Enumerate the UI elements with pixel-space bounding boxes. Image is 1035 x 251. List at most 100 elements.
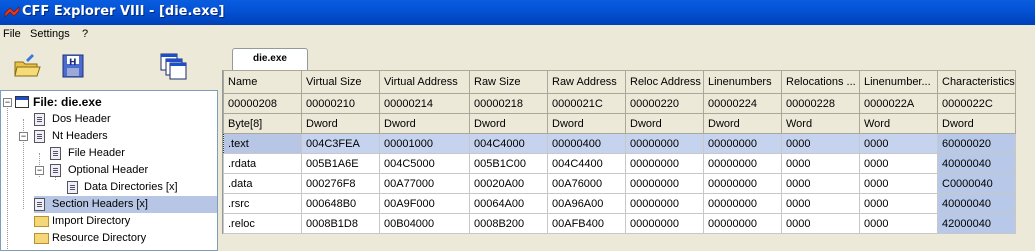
table-cell[interactable]: 005B1A6E bbox=[301, 153, 380, 174]
table-cell[interactable]: 004C5000 bbox=[379, 153, 470, 174]
table-cell[interactable]: 00000000 bbox=[625, 193, 704, 214]
table-cell[interactable]: 0000 bbox=[859, 153, 938, 174]
collapse-icon[interactable]: − bbox=[35, 166, 44, 175]
section-name-cell[interactable]: .rdata bbox=[223, 153, 302, 174]
table-row[interactable]: .reloc 0008B1D8 00B04000 0008B200 00AFB4… bbox=[223, 213, 1016, 234]
table-cell[interactable]: 00001000 bbox=[379, 133, 470, 154]
characteristics-cell[interactable]: 60000020 bbox=[937, 133, 1016, 154]
menu-settings[interactable]: Settings bbox=[30, 28, 70, 40]
svg-text:H: H bbox=[69, 58, 77, 68]
document-icon bbox=[50, 147, 61, 160]
tree-item-label: Resource Directory bbox=[52, 232, 147, 244]
table-cell[interactable]: 00A96A00 bbox=[547, 193, 626, 214]
table-cell[interactable]: 004C4400 bbox=[547, 153, 626, 174]
column-header[interactable]: Virtual Address bbox=[379, 70, 470, 94]
table-cell[interactable]: 0000 bbox=[859, 193, 938, 214]
table-cell[interactable]: 00064A00 bbox=[469, 193, 548, 214]
table-cell[interactable]: 00B04000 bbox=[379, 213, 470, 234]
tab-die-exe[interactable]: die.exe bbox=[232, 48, 308, 70]
column-header[interactable]: Raw Address bbox=[547, 70, 626, 94]
column-header[interactable]: Raw Size bbox=[469, 70, 548, 94]
characteristics-cell[interactable]: 40000040 bbox=[937, 193, 1016, 214]
structure-tree[interactable]: − File: die.exe Dos Header − Nt Headers … bbox=[0, 90, 218, 251]
collapse-icon[interactable]: − bbox=[3, 98, 12, 107]
table-cell[interactable]: 00000000 bbox=[703, 133, 782, 154]
characteristics-cell[interactable]: C0000040 bbox=[937, 173, 1016, 194]
table-cell[interactable]: 0008B1D8 bbox=[301, 213, 380, 234]
table-cell[interactable]: 000276F8 bbox=[301, 173, 380, 194]
section-name-cell[interactable]: .text bbox=[223, 133, 302, 154]
type-cell: Dword bbox=[937, 113, 1016, 134]
section-name-cell[interactable]: .reloc bbox=[223, 213, 302, 234]
table-cell[interactable]: 004C3FEA bbox=[301, 133, 380, 154]
table-row[interactable]: .data 000276F8 00A77000 00020A00 00A7600… bbox=[223, 173, 1016, 194]
table-cell[interactable]: 0000 bbox=[781, 193, 860, 214]
column-header[interactable]: Linenumber... bbox=[859, 70, 938, 94]
document-icon bbox=[34, 198, 45, 211]
section-name-cell[interactable]: .rsrc bbox=[223, 193, 302, 214]
table-cell[interactable]: 00A77000 bbox=[379, 173, 470, 194]
offset-cell: 0000021C bbox=[547, 93, 626, 114]
table-cell[interactable]: 004C4000 bbox=[469, 133, 548, 154]
column-header[interactable]: Virtual Size bbox=[301, 70, 380, 94]
document-icon bbox=[67, 181, 78, 194]
tree-item-section-headers[interactable]: Section Headers [x] bbox=[34, 196, 217, 213]
table-cell[interactable]: 00000400 bbox=[547, 133, 626, 154]
column-header[interactable]: Characteristics bbox=[937, 70, 1016, 94]
save-disk-icon[interactable]: H bbox=[58, 51, 88, 81]
column-header[interactable]: Reloc Address bbox=[625, 70, 704, 94]
table-cell[interactable]: 00A76000 bbox=[547, 173, 626, 194]
table-cell[interactable]: 0000 bbox=[781, 153, 860, 174]
table-row[interactable]: .rsrc 000648B0 00A9F000 00064A00 00A96A0… bbox=[223, 193, 1016, 214]
tab-strip: die.exe bbox=[222, 48, 1035, 70]
table-cell[interactable]: 000648B0 bbox=[301, 193, 380, 214]
table-cell[interactable]: 0000 bbox=[859, 173, 938, 194]
menu-file[interactable]: File bbox=[3, 28, 21, 40]
table-row[interactable]: .rdata 005B1A6E 004C5000 005B1C00 004C44… bbox=[223, 153, 1016, 174]
table-cell[interactable]: 00AFB400 bbox=[547, 213, 626, 234]
table-cell[interactable]: 00000000 bbox=[703, 153, 782, 174]
offset-cell: 00000210 bbox=[301, 93, 380, 114]
offset-cell: 00000224 bbox=[703, 93, 782, 114]
windows-icon[interactable] bbox=[158, 51, 188, 81]
table-cell[interactable]: 00000000 bbox=[625, 173, 704, 194]
table-cell[interactable]: 00A9F000 bbox=[379, 193, 470, 214]
offset-cell: 0000022C bbox=[937, 93, 1016, 114]
document-icon bbox=[34, 130, 45, 143]
table-cell[interactable]: 00000000 bbox=[625, 133, 704, 154]
table-cell[interactable]: 00000000 bbox=[703, 173, 782, 194]
table-cell[interactable]: 0000 bbox=[781, 133, 860, 154]
table-cell[interactable]: 005B1C00 bbox=[469, 153, 548, 174]
app-icon bbox=[4, 6, 20, 18]
table-cell[interactable]: 00020A00 bbox=[469, 173, 548, 194]
folder-icon bbox=[34, 216, 49, 227]
table-cell[interactable]: 00000000 bbox=[625, 213, 704, 234]
table-cell[interactable]: 00000000 bbox=[703, 213, 782, 234]
characteristics-cell[interactable]: 40000040 bbox=[937, 153, 1016, 174]
type-cell: Dword bbox=[703, 113, 782, 134]
table-cell[interactable]: 0000 bbox=[859, 133, 938, 154]
offset-cell: 00000214 bbox=[379, 93, 470, 114]
menu-help[interactable]: ? bbox=[82, 28, 88, 40]
column-header[interactable]: Linenumbers bbox=[703, 70, 782, 94]
table-cell[interactable]: 0000 bbox=[859, 213, 938, 234]
table-cell[interactable]: 0000 bbox=[781, 213, 860, 234]
section-name-cell[interactable]: .data bbox=[223, 173, 302, 194]
table-cell[interactable]: 00000000 bbox=[625, 153, 704, 174]
tree-item-label: Dos Header bbox=[52, 113, 111, 125]
offset-cell: 00000218 bbox=[469, 93, 548, 114]
column-header-row: Name Virtual Size Virtual Address Raw Si… bbox=[223, 70, 1016, 94]
tree-root-label: File: die.exe bbox=[33, 95, 102, 109]
section-headers-grid[interactable]: Name Virtual Size Virtual Address Raw Si… bbox=[222, 70, 1016, 234]
document-icon bbox=[34, 113, 45, 126]
collapse-icon[interactable]: − bbox=[19, 132, 28, 141]
column-header[interactable]: Name bbox=[223, 70, 302, 94]
open-folder-icon[interactable] bbox=[12, 51, 42, 81]
table-cell[interactable]: 0000 bbox=[781, 173, 860, 194]
characteristics-cell[interactable]: 42000040 bbox=[937, 213, 1016, 234]
folder-icon bbox=[34, 233, 49, 244]
table-cell[interactable]: 00000000 bbox=[703, 193, 782, 214]
column-header[interactable]: Relocations ... bbox=[781, 70, 860, 94]
table-row[interactable]: .text 004C3FEA 00001000 004C4000 0000040… bbox=[223, 133, 1016, 154]
table-cell[interactable]: 0008B200 bbox=[469, 213, 548, 234]
